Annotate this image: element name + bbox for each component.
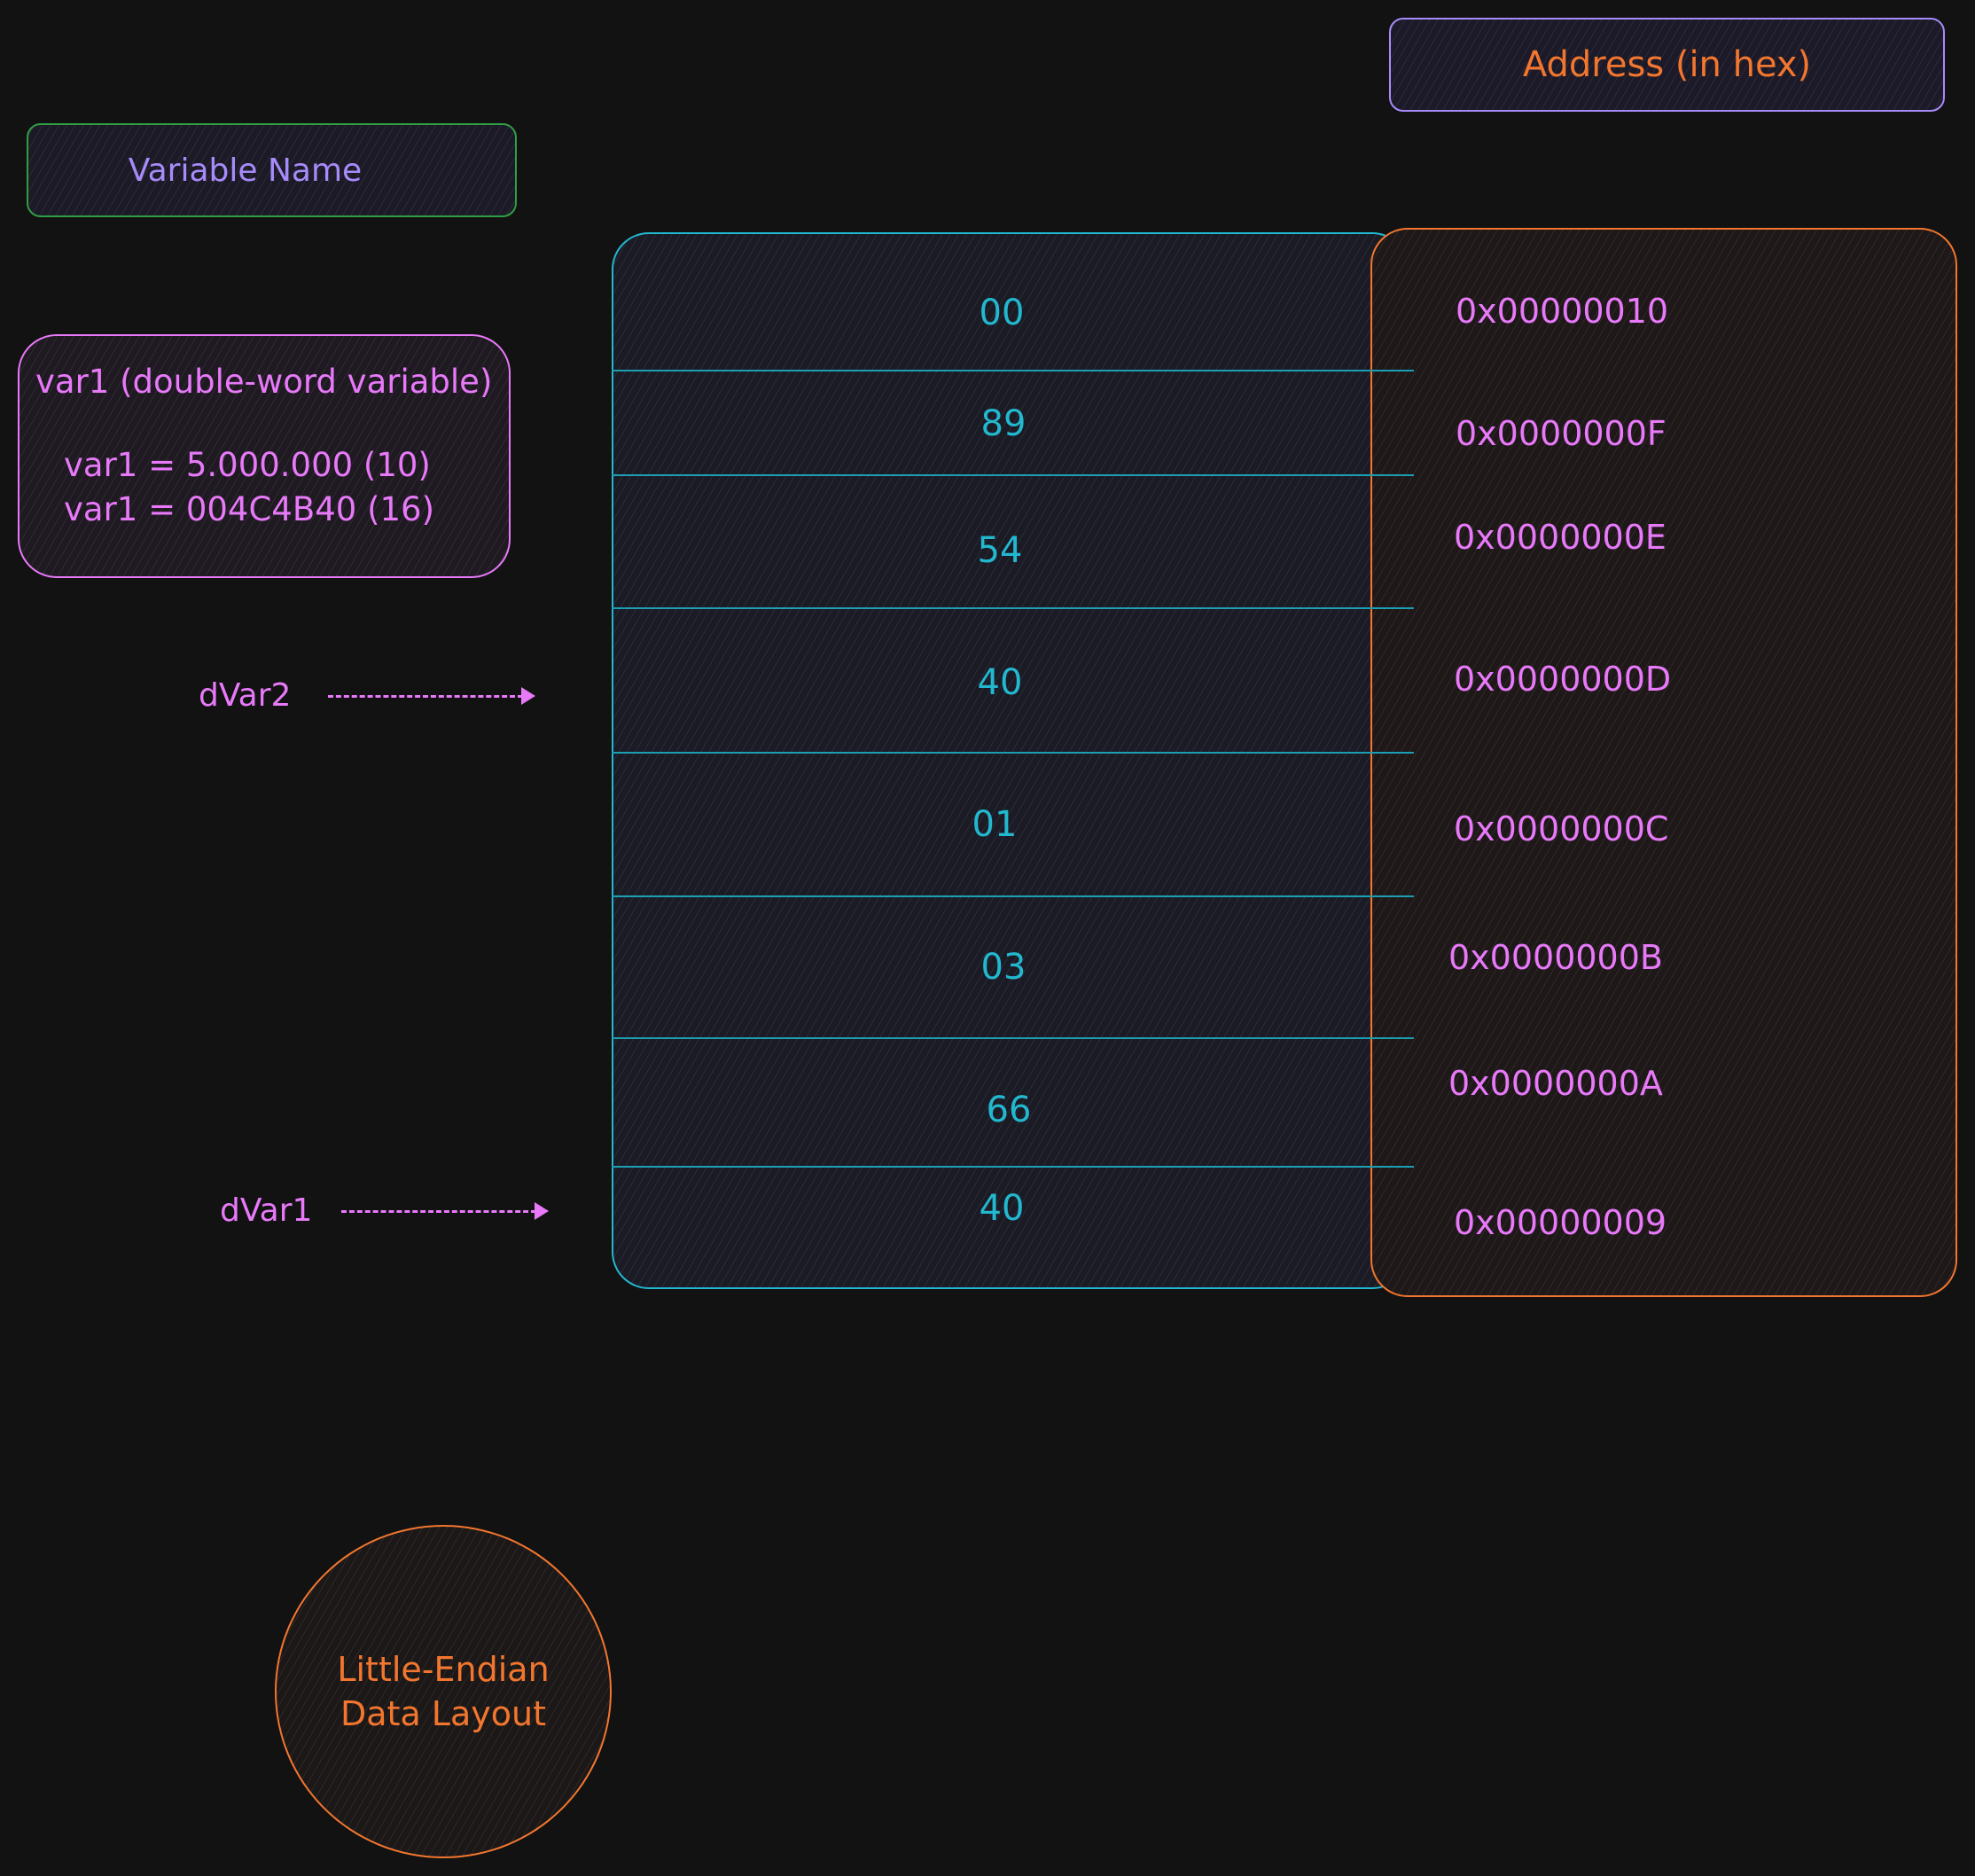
memory-row-divider [612, 1166, 1414, 1168]
little-endian-title-circle: Little-Endian Data Layout [275, 1525, 612, 1858]
memory-row-divider [612, 607, 1414, 609]
memory-address: 0x00000009 [1454, 1203, 1667, 1242]
arrow-head-icon [521, 687, 535, 705]
memory-address: 0x0000000F [1456, 414, 1667, 453]
memory-row-divider [612, 895, 1414, 897]
memory-address: 0x0000000A [1448, 1064, 1663, 1103]
memory-address: 0x0000000B [1448, 938, 1663, 977]
memory-column [612, 232, 1409, 1289]
memory-byte-value: 00 [979, 293, 1025, 333]
memory-address: 0x00000010 [1456, 292, 1669, 331]
var1-info-box: var1 (double-word variable) var1 = 5.000… [18, 334, 511, 578]
dvar1-arrow [341, 1210, 536, 1213]
memory-row-divider [612, 474, 1414, 476]
memory-byte-value: 66 [986, 1090, 1032, 1130]
memory-byte-value: 01 [972, 804, 1018, 845]
variable-name-legend: Variable Name [27, 123, 517, 217]
var1-decimal-value: var1 = 5.000.000 (10) [64, 446, 431, 484]
address-column [1370, 228, 1957, 1297]
address-legend-label: Address (in hex) [1522, 44, 1812, 85]
address-legend: Address (in hex) [1389, 18, 1945, 112]
memory-byte-value: 40 [979, 1188, 1025, 1229]
memory-byte-value: 89 [980, 403, 1027, 444]
dvar2-label: dVar2 [199, 677, 292, 714]
circle-title-line2: Data Layout [340, 1694, 546, 1733]
dvar1-label: dVar1 [220, 1192, 313, 1229]
var1-hex-value: var1 = 004C4B40 (16) [64, 490, 435, 528]
variable-name-legend-label: Variable Name [128, 152, 363, 189]
circle-title-line1: Little-Endian [337, 1650, 550, 1689]
memory-address: 0x0000000D [1454, 660, 1672, 699]
memory-byte-value: 03 [980, 947, 1027, 988]
memory-address: 0x0000000E [1454, 518, 1667, 557]
memory-row-divider [612, 1037, 1414, 1039]
memory-byte-value: 40 [977, 662, 1023, 703]
memory-byte-value: 54 [977, 530, 1023, 571]
memory-row-divider [612, 752, 1414, 754]
dvar2-arrow [328, 695, 523, 698]
var1-title: var1 (double-word variable) [35, 363, 493, 401]
memory-row-divider [612, 370, 1414, 371]
arrow-head-icon [535, 1202, 549, 1220]
memory-address: 0x0000000C [1454, 809, 1669, 848]
